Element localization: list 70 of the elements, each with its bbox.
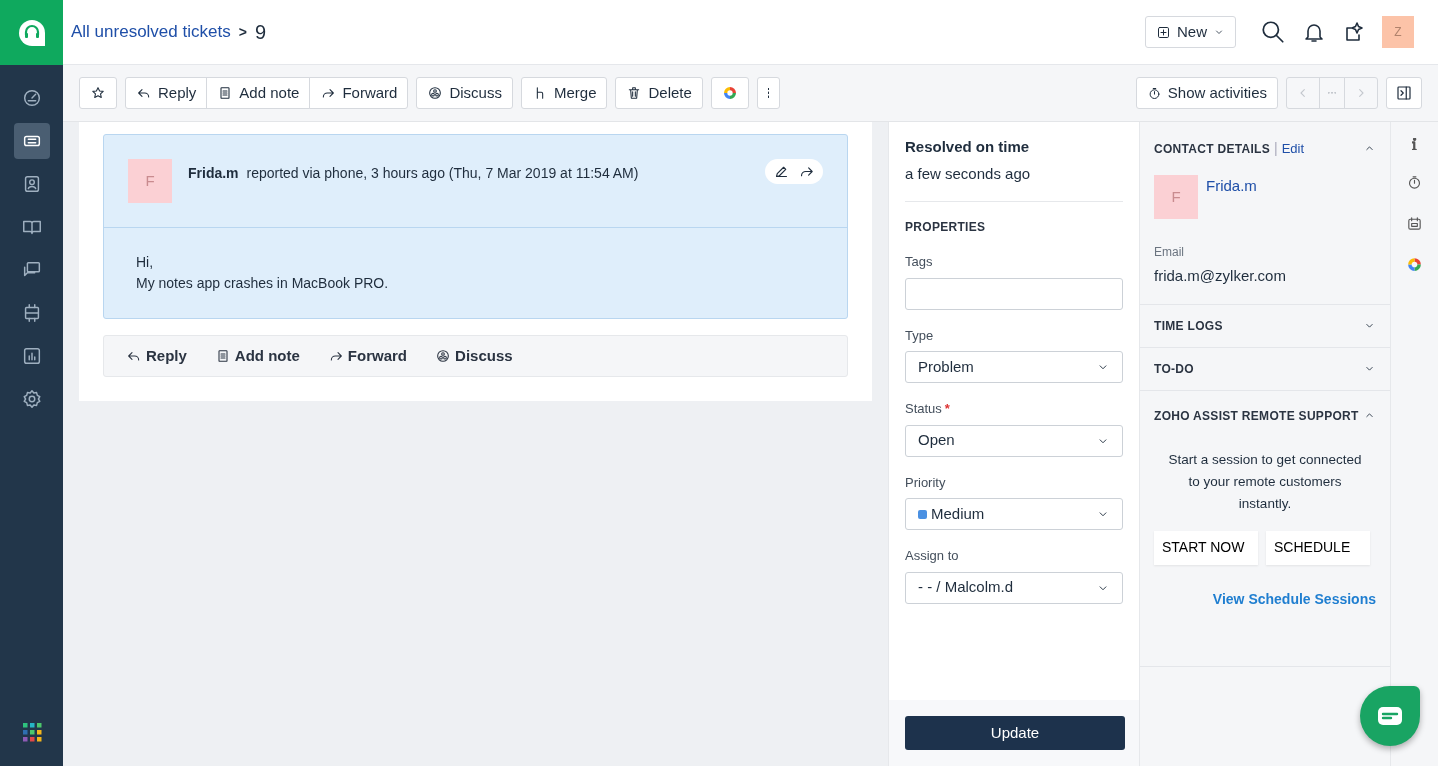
headset-logo-icon[interactable] <box>16 17 47 48</box>
reply-action-button[interactable]: Discuss <box>421 344 527 368</box>
star-icon <box>90 85 106 101</box>
settings-icon <box>20 388 43 410</box>
sidebar-nav-button[interactable] <box>13 123 50 159</box>
properties-heading: PROPERTIES <box>905 219 987 236</box>
assist-description: Start a session to get connected to your remote customers instantly. <box>1167 450 1363 513</box>
panel-toggle-button[interactable] <box>1386 77 1422 109</box>
assist-button[interactable]: SCHEDULE <box>1266 530 1370 565</box>
toolbar-button[interactable]: Delete <box>615 77 703 109</box>
discuss-icon <box>427 85 444 101</box>
reply-action-button[interactable]: Reply <box>112 344 201 368</box>
search-button[interactable] <box>1260 19 1286 45</box>
info-icon <box>1412 138 1417 151</box>
show-activities-button[interactable]: Show activities <box>1135 77 1278 109</box>
toolbar-button[interactable]: Forward <box>309 77 409 109</box>
chat-icon <box>1377 706 1403 726</box>
toolbar-button[interactable]: Merge <box>520 77 608 109</box>
author-name[interactable]: Frida.m <box>188 165 239 181</box>
search-icon <box>1260 19 1286 45</box>
more-icon <box>767 88 770 98</box>
field-label: Status <box>905 401 942 416</box>
calendar-icon <box>1406 215 1423 233</box>
required-mark: * <box>944 401 950 416</box>
section-title: ZOHO ASSIST REMOTE SUPPORT <box>1154 407 1359 425</box>
sla-status: Resolved on time <box>905 137 1031 157</box>
assist-button[interactable]: START NOW <box>1154 530 1258 565</box>
section-title: CONTACT DETAILS <box>1154 140 1271 158</box>
color-wheel-button[interactable] <box>710 77 749 109</box>
panel-toggle-icon <box>1395 84 1413 102</box>
schedule-sessions-link[interactable]: View Schedule Sessions <box>1212 590 1376 607</box>
message-line: My notes app crashes in MacBook PRO. <box>136 274 390 293</box>
field-label: Priority <box>905 474 946 490</box>
field-label: Type <box>905 327 934 343</box>
color-wheel-icon <box>1406 256 1423 274</box>
stopwatch-icon <box>1406 174 1423 192</box>
message-line: Hi, <box>136 253 155 272</box>
email-value: frida.m@zylker.com <box>1154 266 1287 286</box>
title-separator: | <box>1274 139 1278 158</box>
author-avatar: F <box>128 159 172 203</box>
toolbar-button[interactable]: Discuss <box>416 77 513 109</box>
toolbar-button[interactable]: Add note <box>206 77 311 109</box>
email-label: Email <box>1154 244 1185 261</box>
field-label: Tags <box>905 254 933 269</box>
section-title: TIME LOGS <box>1154 317 1223 335</box>
breadcrumb-separator: > <box>238 22 247 42</box>
section-title: TO-DO <box>1154 360 1194 378</box>
message-meta: reported via phone, 3 hours ago (Thu, 7 Mar 2019 at 11:54 AM) <box>246 165 639 181</box>
edit-link[interactable]: Edit <box>1281 138 1305 159</box>
select-field[interactable]: - - / Malcolm.d <box>905 571 1123 604</box>
update-button[interactable]: Update <box>905 716 1125 750</box>
breadcrumb-link[interactable]: All unresolved tickets <box>71 19 231 45</box>
ticket-number: 9 <box>254 20 266 45</box>
discuss-icon <box>435 348 452 364</box>
field-label: Assign to <box>905 548 959 563</box>
color-wheel-icon <box>721 85 738 101</box>
new-button[interactable]: New <box>1145 16 1236 48</box>
toolbar-button[interactable]: Reply <box>125 77 208 109</box>
tags-input[interactable] <box>905 277 1123 310</box>
sla-time: a few seconds ago <box>905 162 1123 202</box>
reply-action-button[interactable]: Add note <box>200 344 314 368</box>
contact-name[interactable]: Frida.m <box>1206 175 1257 219</box>
select-field[interactable]: Medium <box>905 498 1123 530</box>
star-button[interactable] <box>79 77 117 109</box>
plus-square-icon <box>1156 24 1171 40</box>
app-grid-icon[interactable] <box>21 722 42 742</box>
select-field[interactable]: Open <box>905 424 1123 457</box>
select-field[interactable]: Problem <box>905 351 1123 383</box>
reply-action-button[interactable]: Forward <box>313 344 422 368</box>
contact-avatar: F <box>1154 175 1198 219</box>
